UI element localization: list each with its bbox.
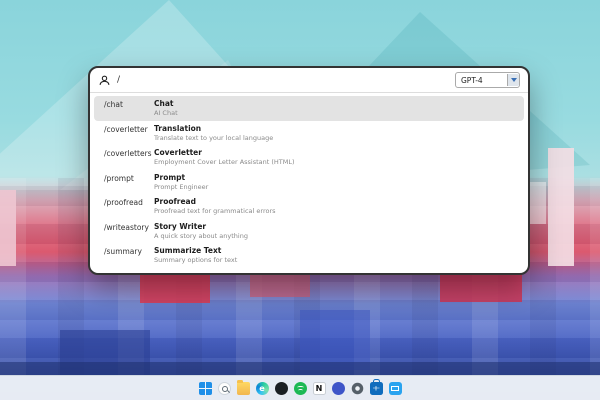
command-subtitle: AI Chat [154,109,178,118]
command-subtitle: Proofread text for grammatical errors [154,207,276,216]
chevron-down-icon[interactable] [507,74,519,86]
wallpaper-block [300,310,370,370]
spotify-icon[interactable] [293,381,307,395]
command-subtitle: Summary options for text [154,256,238,265]
command-text: /writeastory [104,222,149,232]
command-subtitle: A quick story about anything [154,231,248,240]
taskbar: eN [0,375,600,400]
command-title: Translation [154,123,202,133]
model-select-value: GPT-4 [461,75,483,85]
command-subtitle: Translate text to your local language [154,133,274,142]
command-row[interactable]: /summary Summarize Text Summary options fo… [94,243,524,268]
command-title: Proofread [154,197,196,206]
command-row[interactable]: /proofread Proofread Proofread text for gr… [94,194,524,219]
command-list: /chat Chat AI Chat/coverletter Translation T… [90,93,528,273]
command-title: Story Writer [154,221,207,231]
start-icon[interactable] [198,381,212,395]
command-text: /proofread [104,198,143,207]
taskbar-icons: eN [198,379,402,395]
mail-icon[interactable] [388,381,402,395]
edge-icon[interactable]: e [255,381,269,395]
command-subtitle: Employment Cover Letter Assistant (HTML) [154,158,295,167]
command-title: Chat [154,99,174,108]
command-row[interactable]: /writeastory Story Writer A quick story ab… [94,219,524,244]
window-header: / GPT-4 [90,68,528,93]
store-icon[interactable] [369,379,383,395]
user-icon [98,74,111,87]
command-row[interactable]: /prompt Prompt Prompt Engineer [94,170,524,195]
wallpaper-block [0,190,16,266]
discord-icon[interactable] [331,381,345,395]
command-row[interactable]: /coverletters Coverletter Employment Cover… [94,145,524,170]
command-text: /coverletter [104,124,148,134]
command-input[interactable]: / [117,75,449,85]
command-row[interactable]: /coverletter Translation Translate text to… [94,121,524,146]
command-row[interactable]: /chat Chat AI Chat [94,96,524,121]
command-text: /coverletters [104,149,152,158]
notion-icon[interactable]: N [312,381,326,395]
github-icon[interactable] [274,381,288,395]
command-subtitle: Prompt Engineer [154,182,209,191]
command-title: Prompt [154,172,186,182]
command-title: Summarize Text [154,246,222,255]
model-select[interactable]: GPT-4 [455,72,520,88]
command-palette-window: / GPT-4 /chat Chat AI Chat/coverletter Tran… [88,66,530,275]
file-explorer-icon[interactable] [236,379,250,395]
command-text: /chat [104,100,123,109]
command-text: /prompt [104,173,134,183]
command-title: Coverletter [154,148,202,157]
settings-icon[interactable] [350,381,364,395]
search-icon[interactable] [217,381,231,395]
wallpaper-block [548,148,574,266]
command-text: /summary [104,247,142,256]
wallpaper-block [0,362,600,376]
